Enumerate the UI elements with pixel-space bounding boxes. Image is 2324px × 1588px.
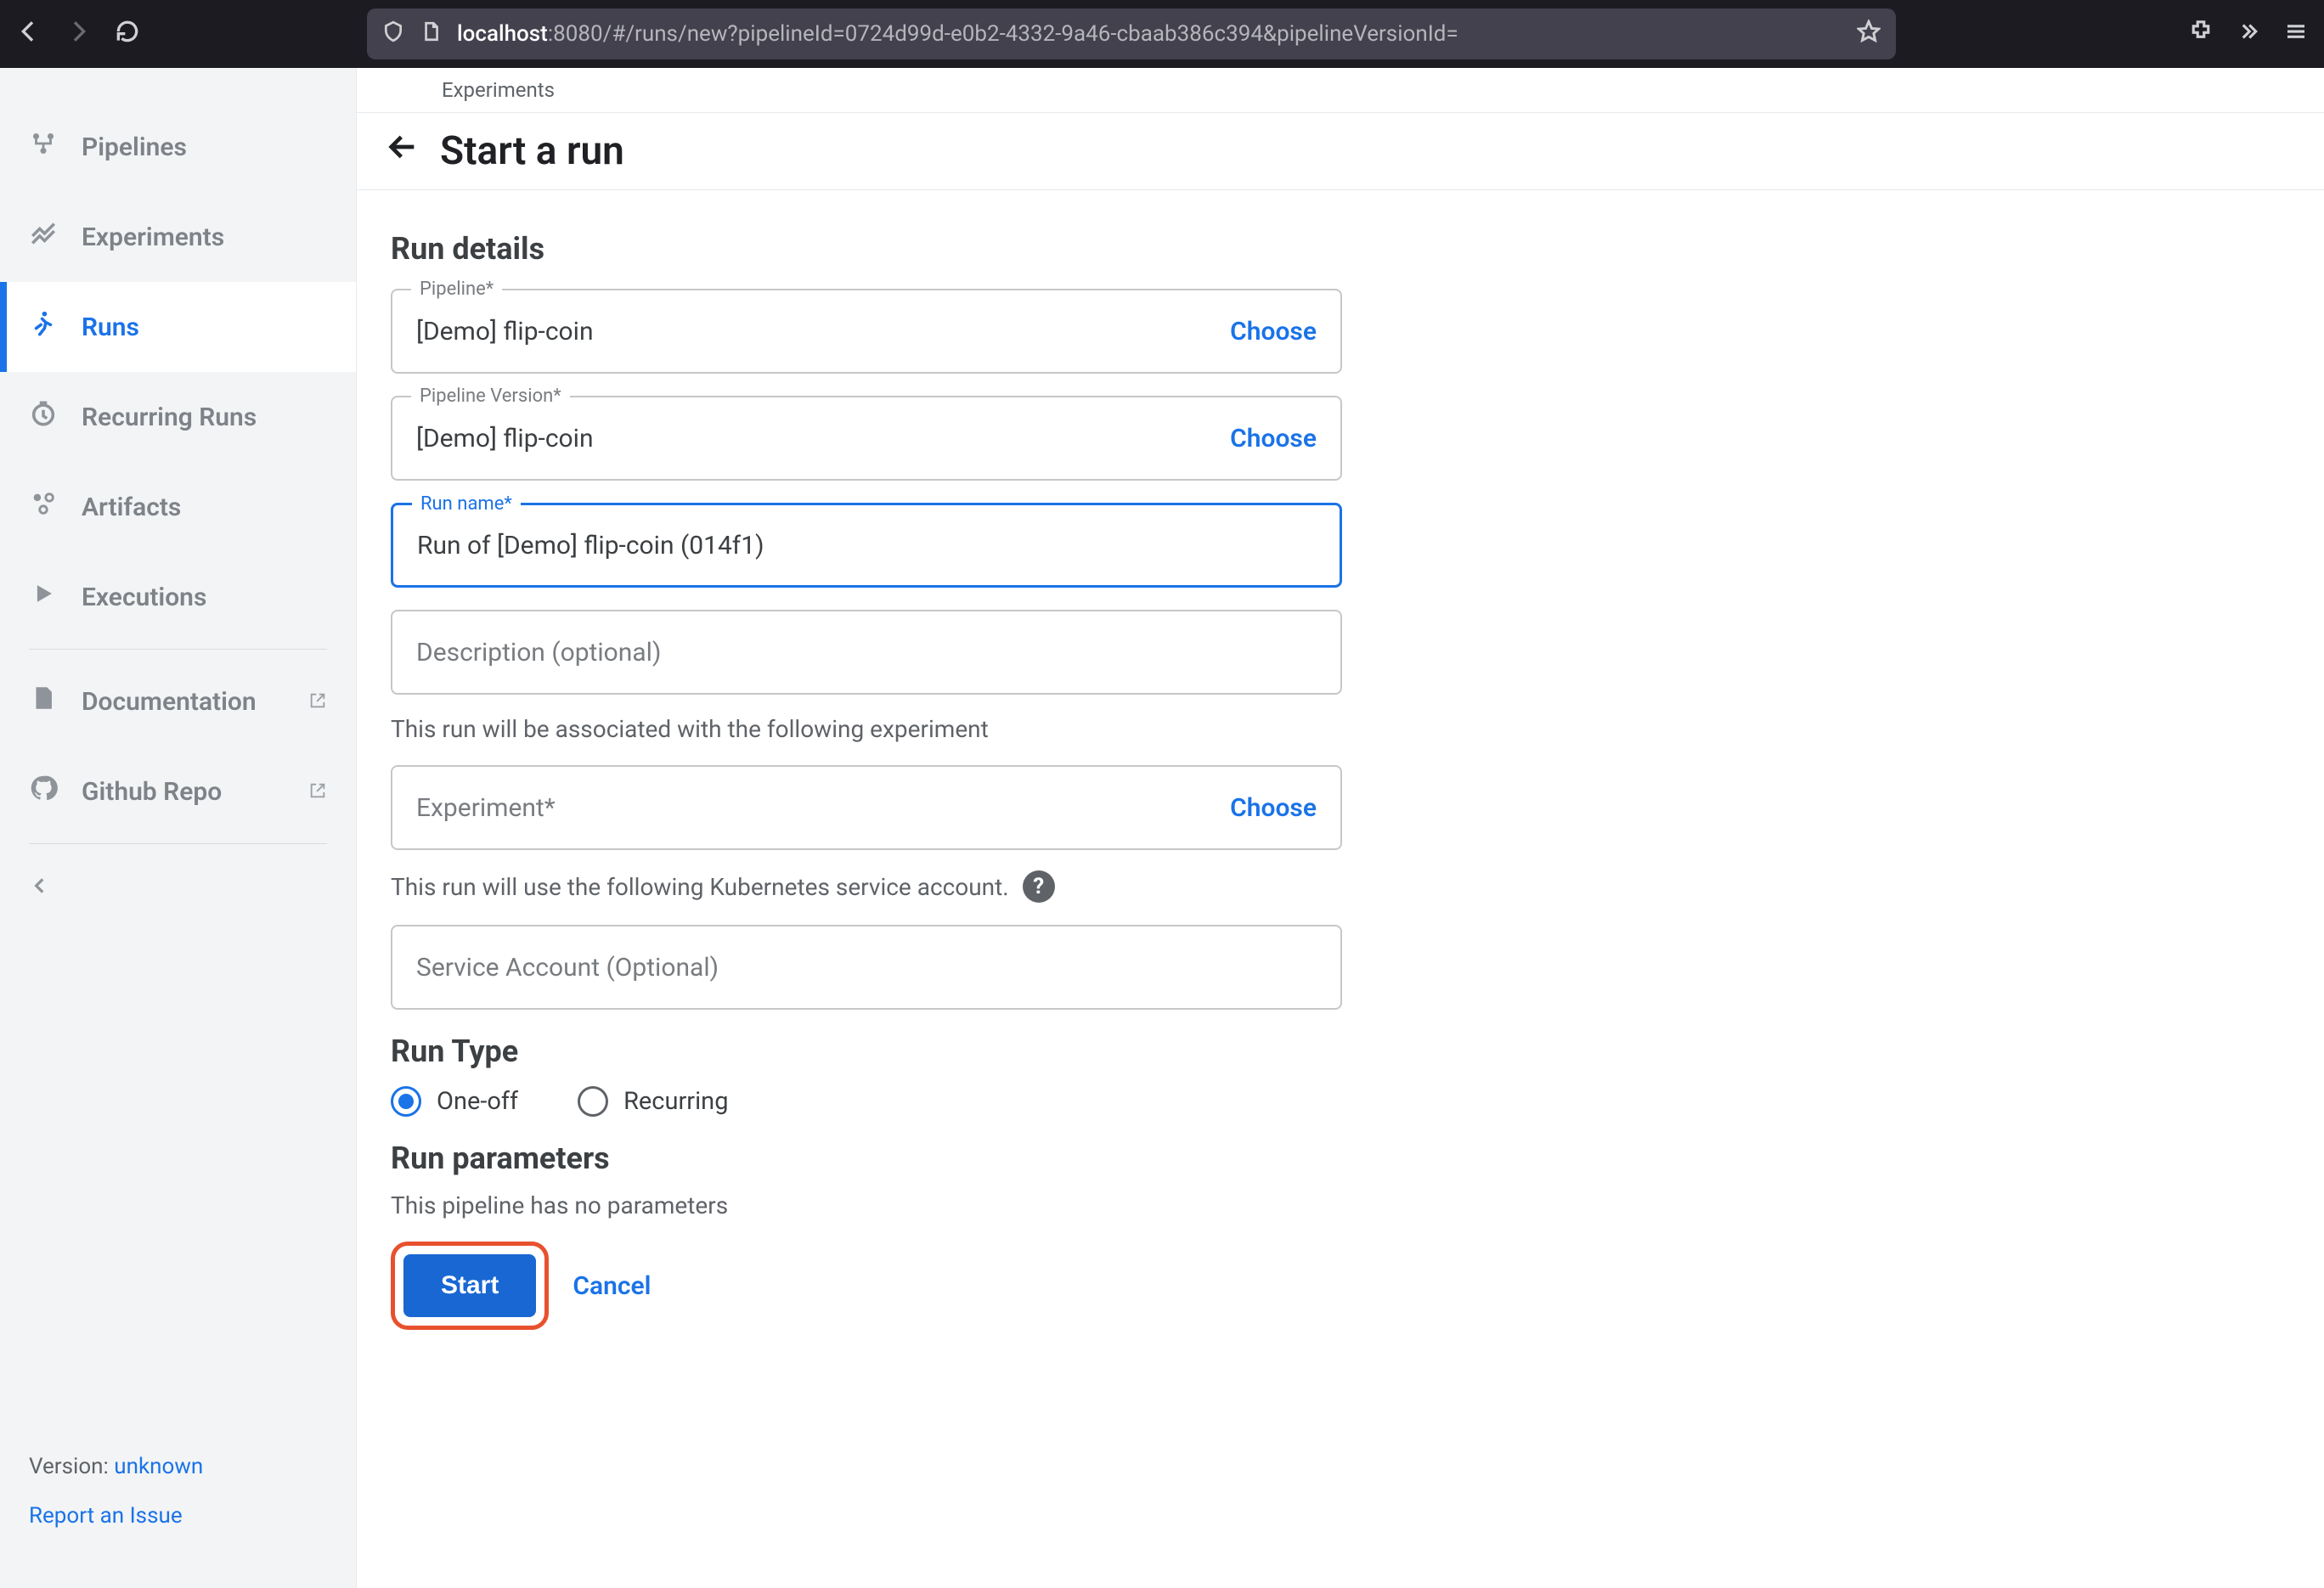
sidebar-item-label: Recurring Runs bbox=[82, 403, 257, 432]
report-issue-link[interactable]: Report an Issue bbox=[29, 1503, 183, 1529]
help-icon[interactable]: ? bbox=[1023, 870, 1055, 903]
version-link[interactable]: unknown bbox=[114, 1454, 203, 1479]
shield-icon bbox=[382, 20, 404, 48]
extensions-icon[interactable] bbox=[2188, 19, 2214, 50]
executions-icon bbox=[29, 579, 58, 615]
radio-label: Recurring bbox=[623, 1087, 728, 1116]
nav-back-icon[interactable] bbox=[15, 18, 42, 51]
choose-pipeline-button[interactable]: Choose bbox=[1230, 317, 1317, 346]
pipeline-value: [Demo] flip-coin bbox=[416, 317, 1230, 346]
url-text: localhost:8080/#/runs/new?pipelineId=072… bbox=[457, 21, 1458, 47]
field-label: Pipeline* bbox=[411, 279, 502, 300]
recurring-runs-icon bbox=[29, 399, 58, 435]
sidebar-item-documentation[interactable]: Documentation bbox=[0, 656, 356, 746]
field-label: Run name* bbox=[412, 493, 521, 515]
hamburger-menu-icon[interactable] bbox=[2283, 19, 2309, 50]
sidebar-item-label: Executions bbox=[82, 583, 206, 612]
bookmark-icon[interactable] bbox=[1857, 20, 1881, 49]
choose-pipeline-version-button[interactable]: Choose bbox=[1230, 424, 1317, 453]
back-arrow-icon[interactable] bbox=[386, 128, 420, 174]
version-label: Version: unknown bbox=[29, 1454, 327, 1479]
sidebar-item-executions[interactable]: Executions bbox=[0, 552, 356, 642]
no-parameters-text: This pipeline has no parameters bbox=[391, 1191, 1342, 1219]
experiment-hint: This run will be associated with the fol… bbox=[391, 715, 1342, 743]
run-details-heading: Run details bbox=[391, 231, 1342, 267]
experiment-field[interactable]: Experiment* Choose bbox=[391, 765, 1342, 850]
run-name-field[interactable]: Run name* Run of [Demo] flip-coin (014f1… bbox=[391, 503, 1342, 588]
sidebar-item-github[interactable]: Github Repo bbox=[0, 746, 356, 836]
page-title: Start a run bbox=[440, 128, 624, 174]
nav-reload-icon[interactable] bbox=[114, 18, 141, 51]
run-name-input[interactable]: Run of [Demo] flip-coin (014f1) bbox=[417, 531, 1316, 560]
sidebar: Pipelines Experiments Runs Recurring Run… bbox=[0, 68, 357, 1588]
run-type-heading: Run Type bbox=[391, 1033, 1342, 1069]
sidebar-item-pipelines[interactable]: Pipelines bbox=[0, 102, 356, 192]
radio-one-off[interactable]: One-off bbox=[391, 1086, 518, 1117]
documentation-icon bbox=[29, 684, 58, 719]
artifacts-icon bbox=[29, 489, 58, 525]
nav-forward-icon bbox=[65, 18, 92, 51]
pipeline-field[interactable]: Pipeline* [Demo] flip-coin Choose bbox=[391, 289, 1342, 374]
sidebar-item-recurring-runs[interactable]: Recurring Runs bbox=[0, 372, 356, 462]
sidebar-item-label: Documentation bbox=[82, 687, 257, 717]
radio-label: One-off bbox=[437, 1087, 518, 1116]
radio-icon bbox=[391, 1086, 421, 1117]
sidebar-item-label: Experiments bbox=[82, 222, 224, 252]
start-button[interactable]: Start bbox=[403, 1254, 536, 1317]
main-content: Experiments Start a run Run details Pipe… bbox=[357, 68, 2324, 1588]
sidebar-item-experiments[interactable]: Experiments bbox=[0, 192, 356, 282]
pipelines-icon bbox=[29, 129, 58, 165]
url-bar[interactable]: localhost:8080/#/runs/new?pipelineId=072… bbox=[367, 8, 1896, 59]
runs-icon bbox=[29, 309, 58, 345]
breadcrumb[interactable]: Experiments bbox=[357, 68, 2324, 113]
description-placeholder: Description (optional) bbox=[416, 638, 1317, 667]
experiment-placeholder: Experiment* bbox=[416, 793, 1230, 823]
sidebar-item-label: Runs bbox=[82, 313, 139, 342]
overflow-icon[interactable] bbox=[2236, 19, 2261, 50]
pipeline-version-value: [Demo] flip-coin bbox=[416, 424, 1230, 453]
service-account-field[interactable]: Service Account (Optional) bbox=[391, 925, 1342, 1010]
service-account-placeholder: Service Account (Optional) bbox=[416, 953, 1317, 983]
page-icon bbox=[420, 20, 442, 48]
cancel-button[interactable]: Cancel bbox=[573, 1271, 651, 1301]
service-account-hint: This run will use the following Kubernet… bbox=[391, 870, 1342, 903]
external-link-icon bbox=[308, 687, 327, 717]
browser-chrome: localhost:8080/#/runs/new?pipelineId=072… bbox=[0, 0, 2324, 68]
sidebar-item-label: Github Repo bbox=[82, 777, 222, 807]
collapse-sidebar-button[interactable] bbox=[0, 851, 356, 926]
experiments-icon bbox=[29, 219, 58, 255]
sidebar-item-runs[interactable]: Runs bbox=[0, 282, 356, 372]
github-icon bbox=[29, 774, 58, 809]
sidebar-separator bbox=[29, 649, 327, 650]
sidebar-item-label: Artifacts bbox=[82, 493, 181, 522]
field-label: Pipeline Version* bbox=[411, 386, 570, 407]
sidebar-item-artifacts[interactable]: Artifacts bbox=[0, 462, 356, 552]
radio-icon bbox=[578, 1086, 608, 1117]
pipeline-version-field[interactable]: Pipeline Version* [Demo] flip-coin Choos… bbox=[391, 396, 1342, 481]
choose-experiment-button[interactable]: Choose bbox=[1230, 793, 1317, 823]
external-link-icon bbox=[308, 777, 327, 807]
sidebar-item-label: Pipelines bbox=[82, 132, 187, 162]
run-parameters-heading: Run parameters bbox=[391, 1140, 1342, 1176]
description-field[interactable]: Description (optional) bbox=[391, 610, 1342, 695]
radio-recurring[interactable]: Recurring bbox=[578, 1086, 728, 1117]
start-button-highlight: Start bbox=[391, 1242, 549, 1330]
sidebar-separator bbox=[29, 843, 327, 844]
